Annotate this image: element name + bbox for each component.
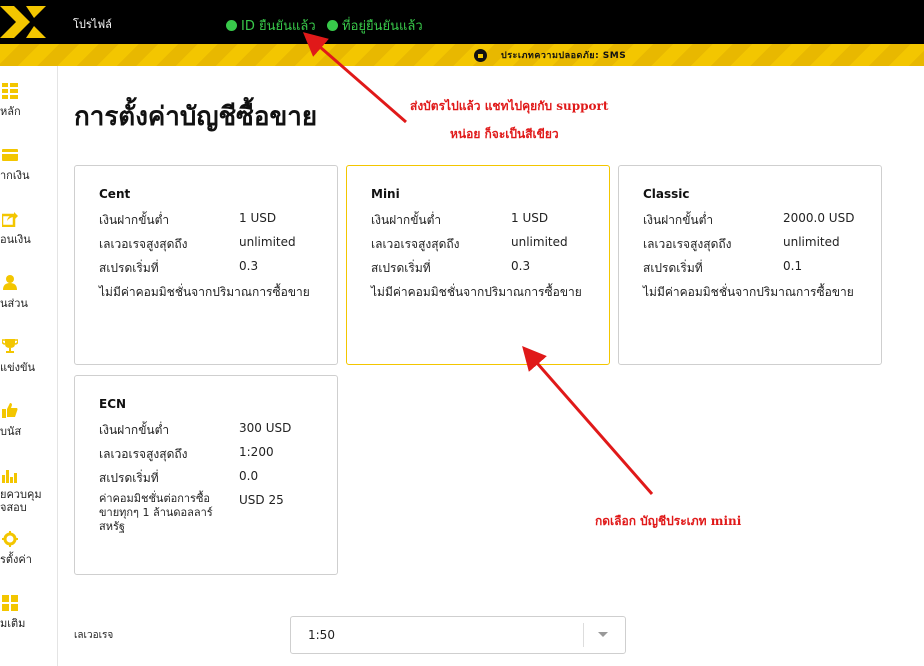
- brand-logo-icon[interactable]: [0, 4, 48, 40]
- min-deposit-label: เงินฝากขั้นต่ำ: [371, 213, 442, 227]
- account-card-ecn[interactable]: ECN เงินฝากขั้นต่ำ 300 USD เลเวอเรจสูงสุ…: [74, 375, 338, 575]
- sidebar-item-label: หลัก: [0, 105, 21, 118]
- top-bar: โปรไฟล์ ID ยืนยันแล้ว ที่อยู่ยืนยันแล้ว: [0, 0, 924, 44]
- sidebar-item-label: อนเงิน: [0, 233, 31, 246]
- id-verified-status: ID ยืนยันแล้ว: [226, 15, 316, 36]
- account-name: Classic: [643, 187, 690, 201]
- annotation-text: กดเลือก บัญชีประเภท mini: [595, 514, 742, 528]
- profile-link[interactable]: โปรไฟล์: [73, 15, 112, 33]
- security-type-label: ประเภทความปลอดภัย: SMS: [501, 51, 627, 61]
- max-leverage-label: เลเวอเรจสูงสุดถึง: [99, 237, 188, 251]
- dashboard-icon: [2, 83, 18, 99]
- sidebar-item-label: นส่วน: [0, 297, 28, 310]
- min-deposit-label: เงินฝากขั้นต่ำ: [99, 423, 170, 437]
- account-card-mini[interactable]: Mini เงินฝากขั้นต่ำ 1 USD เลเวอเรจสูงสุด…: [346, 165, 610, 365]
- share-icon: [2, 212, 18, 227]
- address-verified-status: ที่อยู่ยืนยันแล้ว: [327, 15, 423, 36]
- select-divider: [583, 623, 584, 647]
- sidebar-item-deposit[interactable]: ากเงิน: [0, 144, 57, 204]
- verified-dot-icon: [226, 20, 237, 31]
- max-leverage-value: 1:200: [239, 445, 274, 459]
- max-leverage-label: เลเวอเรจสูงสุดถึง: [99, 447, 188, 461]
- max-leverage-label: เลเวอเรจสูงสุดถึง: [371, 237, 460, 251]
- sidebar-item-label: มเติม: [0, 617, 26, 630]
- spread-value: 0.3: [511, 259, 531, 273]
- sidebar-item-contests[interactable]: แข่งขัน: [0, 336, 57, 396]
- bar-chart-icon: [2, 470, 17, 483]
- spread-label: สเปรดเริ่มที่: [371, 261, 431, 275]
- min-deposit-label: เงินฝากขั้นต่ำ: [99, 213, 170, 227]
- leverage-value: 1:50: [308, 628, 335, 642]
- sidebar: หลัก ากเงิน อนเงิน นส่วน แข่งขัน บนัส ยค…: [0, 66, 58, 666]
- arrow-to-mini: [522, 345, 654, 495]
- sidebar-item-label: ากเงิน: [0, 169, 30, 182]
- spread-label: สเปรดเริ่มที่: [99, 261, 159, 275]
- max-leverage-value: unlimited: [783, 235, 840, 249]
- sidebar-item-main[interactable]: หลัก: [0, 80, 57, 140]
- account-card-classic[interactable]: Classic เงินฝากขั้นต่ำ 2000.0 USD เลเวอเ…: [618, 165, 882, 365]
- min-deposit-label: เงินฝากขั้นต่ำ: [643, 213, 714, 227]
- spread-label: สเปรดเริ่มที่: [99, 471, 159, 485]
- account-card-cent[interactable]: Cent เงินฝากขั้นต่ำ 1 USD เลเวอเรจสูงสุด…: [74, 165, 338, 365]
- min-deposit-value: 300 USD: [239, 421, 292, 435]
- commission-note: ไม่มีค่าคอมมิชชั่นจากปริมาณการซื้อขาย: [643, 285, 854, 299]
- gear-icon: [2, 531, 18, 547]
- grid-icon: [2, 595, 18, 611]
- sidebar-item-withdraw[interactable]: อนเงิน: [0, 208, 57, 268]
- sidebar-item-label: รตั้งค่า: [0, 553, 32, 566]
- spread-value: 0.0: [239, 469, 259, 483]
- max-leverage-label: เลเวอเรจสูงสุดถึง: [643, 237, 732, 251]
- account-name: ECN: [99, 397, 127, 411]
- spread-value: 0.1: [783, 259, 803, 273]
- commission-note: ไม่มีค่าคอมมิชชั่นจากปริมาณการซื้อขาย: [99, 285, 310, 299]
- sidebar-item-partner[interactable]: นส่วน: [0, 272, 57, 332]
- sidebar-item-label: แข่งขัน: [0, 361, 36, 374]
- verified-dot-icon: [327, 20, 338, 31]
- annotation-text: ส่งบัตรไปแล้ว แชทไปคุยกับ support: [410, 99, 609, 113]
- sidebar-item-settings[interactable]: รตั้งค่า: [0, 528, 57, 588]
- commission-note: ไม่มีค่าคอมมิชชั่นจากปริมาณการซื้อขาย: [371, 285, 582, 299]
- commission-label: ค่าคอมมิชชั่นต่อการซื้อขายทุกๆ 1 ล้านดอล…: [99, 492, 213, 533]
- page-title: การตั้งค่าบัญชีซื้อขาย: [74, 102, 318, 132]
- leverage-select[interactable]: 1:50: [290, 616, 626, 654]
- sidebar-item-label: บนัส: [0, 425, 22, 438]
- sidebar-item-monitoring[interactable]: ยควบคุม จสอบ: [0, 464, 57, 524]
- spread-value: 0.3: [239, 259, 259, 273]
- max-leverage-value: unlimited: [511, 235, 568, 249]
- id-verified-label: ID ยืนยันแล้ว: [241, 19, 316, 34]
- account-name: Mini: [371, 187, 400, 201]
- security-banner: [0, 44, 924, 66]
- chevron-down-icon[interactable]: [598, 632, 608, 637]
- min-deposit-value: 1 USD: [511, 211, 549, 225]
- max-leverage-value: unlimited: [239, 235, 296, 249]
- card-icon: [2, 149, 18, 161]
- min-deposit-value: 1 USD: [239, 211, 277, 225]
- address-verified-label: ที่อยู่ยืนยันแล้ว: [342, 19, 423, 34]
- sidebar-item-bonus[interactable]: บนัส: [0, 400, 57, 460]
- trophy-icon: [2, 339, 18, 353]
- annotation-text: หน่อย ก็จะเป็นสีเขียว: [450, 127, 559, 141]
- commission-value: USD 25: [239, 493, 284, 507]
- thumbs-up-icon: [2, 403, 18, 418]
- lock-icon: [474, 48, 487, 62]
- user-icon: [3, 275, 17, 290]
- sidebar-item-more[interactable]: มเติม: [0, 592, 57, 652]
- min-deposit-value: 2000.0 USD: [783, 211, 855, 225]
- account-name: Cent: [99, 187, 131, 201]
- sidebar-item-label: ยควบคุม จสอบ: [0, 488, 42, 514]
- security-type: ประเภทความปลอดภัย: SMS: [474, 48, 626, 62]
- leverage-label: เลเวอเรจ: [74, 630, 114, 641]
- spread-label: สเปรดเริ่มที่: [643, 261, 703, 275]
